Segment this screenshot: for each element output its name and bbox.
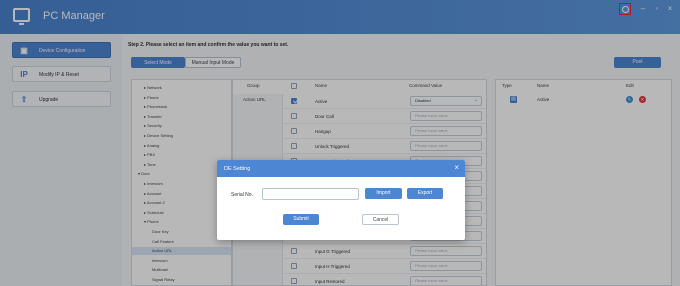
modal-overlay	[0, 0, 680, 286]
cancel-button[interactable]: Cancel	[362, 214, 399, 225]
de-setting-dialog: DE Setting × Serial No. Import Export Su…	[217, 160, 465, 240]
serial-number-label: Serial No.	[231, 192, 253, 198]
serial-number-input[interactable]	[262, 188, 359, 200]
export-button[interactable]: Export	[407, 188, 443, 199]
dialog-title: DE Setting	[224, 166, 251, 172]
close-icon[interactable]: ×	[454, 163, 459, 172]
submit-button[interactable]: Submit	[283, 214, 319, 225]
dialog-header: DE Setting ×	[217, 160, 465, 177]
import-button[interactable]: Import	[365, 188, 402, 199]
